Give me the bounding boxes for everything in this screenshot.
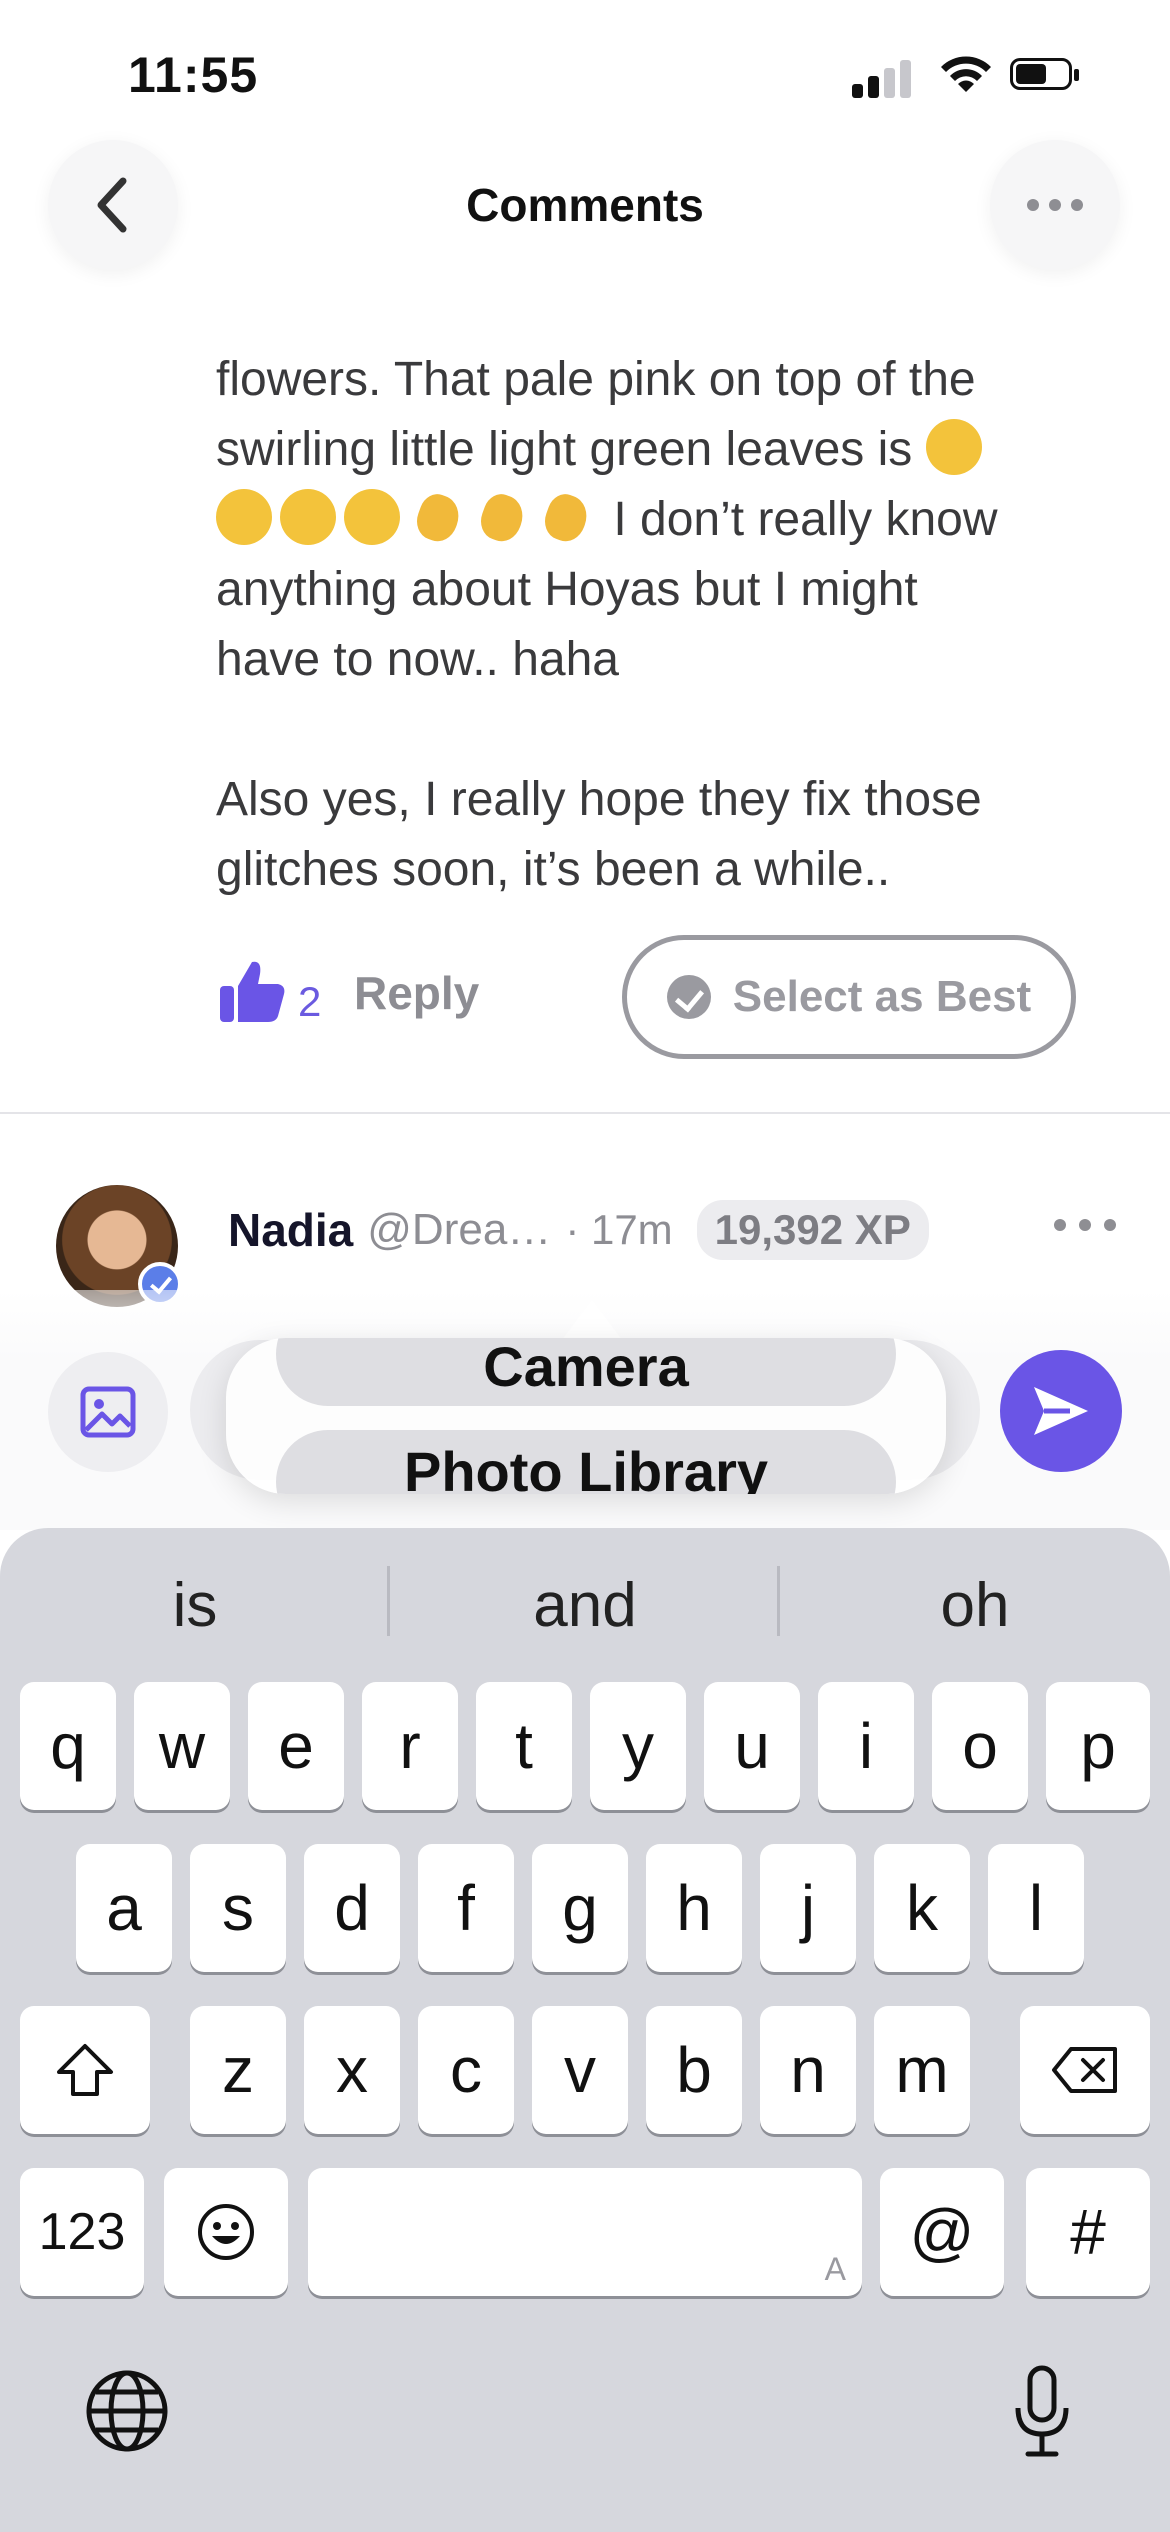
emoji-icon xyxy=(198,2204,254,2260)
comment-line: I don’t really know xyxy=(216,485,1096,555)
photo-library-option[interactable]: Photo Library xyxy=(276,1430,896,1494)
pinching-hand-emoji-icon xyxy=(536,489,592,545)
key-d[interactable]: d xyxy=(304,1844,400,1972)
key-a[interactable]: a xyxy=(76,1844,172,1972)
image-icon xyxy=(80,1386,136,1438)
key-b[interactable]: b xyxy=(646,2006,742,2134)
numbers-key[interactable]: 123 xyxy=(20,2168,144,2296)
crying-emoji-icon xyxy=(344,489,400,545)
key-w[interactable]: w xyxy=(134,1682,230,1810)
key-i[interactable]: i xyxy=(818,1682,914,1810)
comment-line: anything about Hoyas but I might xyxy=(216,563,918,616)
key-j[interactable]: j xyxy=(760,1844,856,1972)
suggestion-2[interactable]: and xyxy=(390,1570,780,1641)
camera-option[interactable]: Camera xyxy=(276,1338,896,1406)
key-p[interactable]: p xyxy=(1046,1682,1150,1810)
key-m[interactable]: m xyxy=(874,2006,970,2134)
comment-line: swirling little light green leaves is xyxy=(216,415,1096,485)
comment-line: flowers. That pale pink on top of the xyxy=(216,353,976,406)
key-k[interactable]: k xyxy=(874,1844,970,1972)
at-key[interactable]: @ xyxy=(880,2168,1004,2296)
attach-photo-button[interactable] xyxy=(48,1352,168,1472)
microphone-icon[interactable] xyxy=(1010,2364,1074,2460)
pinching-hand-emoji-icon xyxy=(408,489,464,545)
key-o[interactable]: o xyxy=(932,1682,1028,1810)
reply-button[interactable]: Reply xyxy=(354,966,479,1020)
status-time: 11:55 xyxy=(128,47,259,103)
hash-key[interactable]: # xyxy=(1026,2168,1150,2296)
ellipsis-icon xyxy=(1027,199,1083,211)
status-bar: 11:55 xyxy=(0,0,1170,150)
attach-menu: Camera Photo Library xyxy=(226,1338,946,1494)
send-button[interactable] xyxy=(1000,1350,1122,1472)
comment-line: Also yes, I really hope they fix those xyxy=(216,773,982,826)
crying-emoji-icon xyxy=(280,489,336,545)
backspace-icon xyxy=(1052,2047,1117,2093)
suggestion-1[interactable]: is xyxy=(0,1570,390,1641)
crying-emoji-icon xyxy=(925,419,982,475)
key-l[interactable]: l xyxy=(988,1844,1084,1972)
key-c[interactable]: c xyxy=(418,2006,514,2134)
key-t[interactable]: t xyxy=(476,1682,572,1810)
send-icon xyxy=(1034,1387,1088,1435)
attach-menu-caret xyxy=(562,1300,622,1340)
space-hint: A xyxy=(824,2251,846,2287)
more-options-button[interactable] xyxy=(990,140,1120,270)
like-count: 2 xyxy=(298,978,322,1025)
comment-line: glitches soon, it’s been a while.. xyxy=(216,843,891,896)
comment-time: · 17m xyxy=(565,1206,673,1253)
comment-line-text: I don’t really know xyxy=(613,493,998,546)
pinching-hand-emoji-icon xyxy=(472,489,528,545)
shift-key[interactable] xyxy=(20,2006,150,2134)
comment-more-icon[interactable] xyxy=(1050,1210,1120,1240)
space-key[interactable]: A xyxy=(308,2168,862,2296)
author-handle[interactable]: @Drea… xyxy=(367,1205,551,1255)
delete-key[interactable] xyxy=(1020,2006,1150,2134)
author-name[interactable]: Nadia xyxy=(228,1203,353,1257)
key-f[interactable]: f xyxy=(418,1844,514,1972)
key-x[interactable]: x xyxy=(304,2006,400,2134)
key-r[interactable]: r xyxy=(362,1682,458,1810)
cellular-signal-icon xyxy=(852,58,912,98)
thumbs-up-icon[interactable] xyxy=(218,958,286,1024)
comment-author-line: Nadia @Drea… · 17m 19,392 XP xyxy=(228,1200,929,1260)
check-circle-icon xyxy=(666,975,711,1019)
key-y[interactable]: y xyxy=(590,1682,686,1810)
wifi-icon xyxy=(941,56,991,92)
suggestion-3[interactable]: oh xyxy=(780,1570,1170,1641)
comment-line: have to now.. haha xyxy=(216,633,619,686)
key-s[interactable]: s xyxy=(190,1844,286,1972)
crying-emoji-icon xyxy=(216,489,272,545)
key-h[interactable]: h xyxy=(646,1844,742,1972)
key-g[interactable]: g xyxy=(532,1844,628,1972)
globe-icon[interactable] xyxy=(84,2368,170,2454)
key-n[interactable]: n xyxy=(760,2006,856,2134)
comment-body: flowers. That pale pink on top of the sw… xyxy=(216,345,1096,905)
xp-badge: 19,392 XP xyxy=(696,1200,929,1260)
select-as-best-button[interactable]: Select as Best xyxy=(622,935,1076,1059)
battery-icon xyxy=(1010,58,1080,94)
key-q[interactable]: q xyxy=(20,1682,116,1810)
comment-line-text: swirling little light green leaves is xyxy=(216,423,913,476)
key-v[interactable]: v xyxy=(532,2006,628,2134)
key-z[interactable]: z xyxy=(190,2006,286,2134)
keyboard: is and oh q w e r t y u i o p a s d f g … xyxy=(0,1528,1170,2532)
emoji-key[interactable] xyxy=(164,2168,288,2296)
key-e[interactable]: e xyxy=(248,1682,344,1810)
shift-icon xyxy=(57,2044,113,2096)
divider xyxy=(0,1112,1170,1114)
key-u[interactable]: u xyxy=(704,1682,800,1810)
select-as-best-label: Select as Best xyxy=(732,972,1032,1021)
